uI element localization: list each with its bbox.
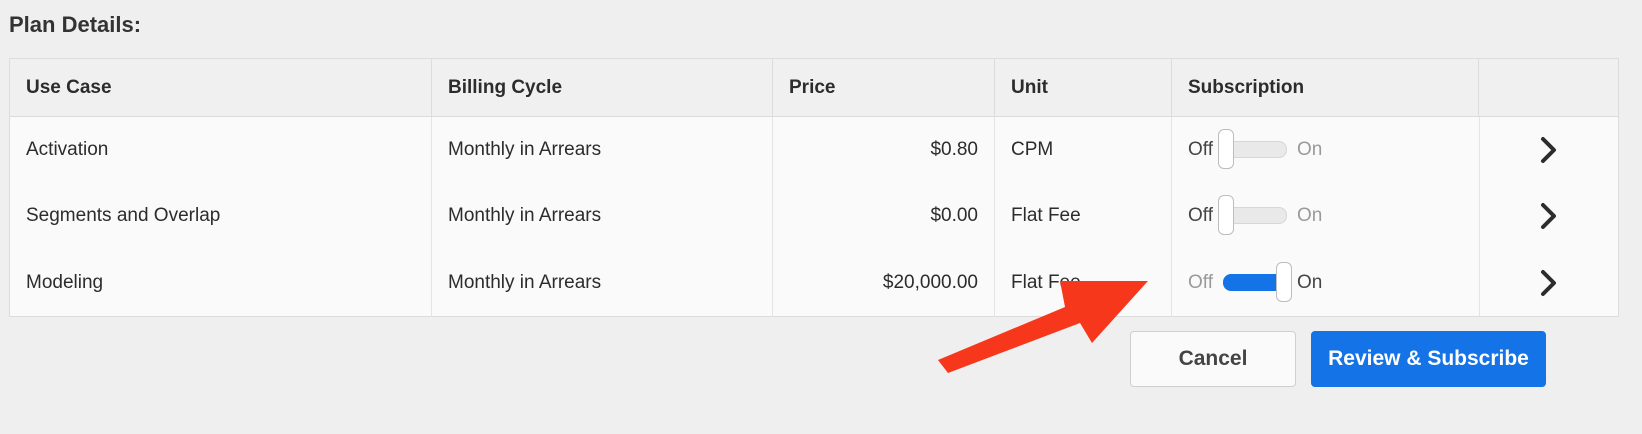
subscription-cell: Off On <box>1171 116 1479 182</box>
row-details-button[interactable] <box>1478 182 1619 249</box>
chevron-right-icon <box>1540 202 1556 229</box>
subscription-cell: Off On <box>1171 182 1479 249</box>
chevron-right-icon <box>1540 269 1556 296</box>
toggle-track[interactable] <box>1223 262 1292 302</box>
toggle-track[interactable] <box>1218 195 1287 235</box>
header-actions <box>1478 58 1619 117</box>
page-title: Plan Details: <box>9 12 142 37</box>
subscription-toggle[interactable]: Off On <box>1188 262 1463 302</box>
subscription-toggle[interactable]: Off On <box>1188 195 1463 235</box>
subscription-cell: Off On <box>1171 249 1479 317</box>
header-subscription: Subscription <box>1171 58 1479 117</box>
row-details-button[interactable] <box>1478 117 1619 182</box>
table-row: Segments and Overlap Monthly in Arrears … <box>10 182 1619 249</box>
toggle-off-label: Off <box>1188 271 1213 293</box>
header-price: Price <box>772 58 995 117</box>
toggle-knob[interactable] <box>1276 262 1292 302</box>
table-row: Activation Monthly in Arrears $0.80 CPM … <box>10 116 1619 182</box>
use-case-cell: Activation <box>26 138 109 160</box>
chevron-right-icon <box>1540 136 1556 163</box>
table-row: Modeling Monthly in Arrears $20,000.00 F… <box>10 249 1619 317</box>
toggle-on-label: On <box>1297 204 1323 226</box>
toggle-on-label: On <box>1297 271 1323 293</box>
price-cell: $0.80 <box>772 116 995 182</box>
annotation-arrow-icon <box>938 281 1148 373</box>
row-details-button[interactable] <box>1478 249 1619 316</box>
unit-cell: Flat Fee <box>994 182 1172 249</box>
toggle-off-label: Off <box>1188 138 1213 160</box>
toggle-on-label: On <box>1297 138 1323 160</box>
use-case-cell: Segments and Overlap <box>26 204 221 226</box>
use-case-cell: Modeling <box>26 271 104 293</box>
review-subscribe-button[interactable]: Review & Subscribe <box>1311 331 1546 387</box>
toggle-knob[interactable] <box>1218 129 1234 169</box>
billing-cycle-cell: Monthly in Arrears <box>431 249 773 317</box>
toggle-knob[interactable] <box>1218 195 1234 235</box>
subscription-toggle[interactable]: Off On <box>1188 129 1463 169</box>
price-cell: $0.00 <box>772 182 995 249</box>
unit-cell: CPM <box>994 116 1172 182</box>
plan-details-table: Use Case Billing Cycle Price Unit Subscr… <box>9 58 1619 317</box>
header-unit: Unit <box>994 58 1172 117</box>
table-header-row: Use Case Billing Cycle Price Unit Subscr… <box>9 58 1619 117</box>
cancel-button[interactable]: Cancel <box>1130 331 1296 387</box>
header-use-case: Use Case <box>9 58 432 117</box>
billing-cycle-cell: Monthly in Arrears <box>431 182 773 249</box>
billing-cycle-cell: Monthly in Arrears <box>431 116 773 182</box>
toggle-track[interactable] <box>1218 129 1287 169</box>
toggle-off-label: Off <box>1188 204 1213 226</box>
header-billing-cycle: Billing Cycle <box>431 58 773 117</box>
